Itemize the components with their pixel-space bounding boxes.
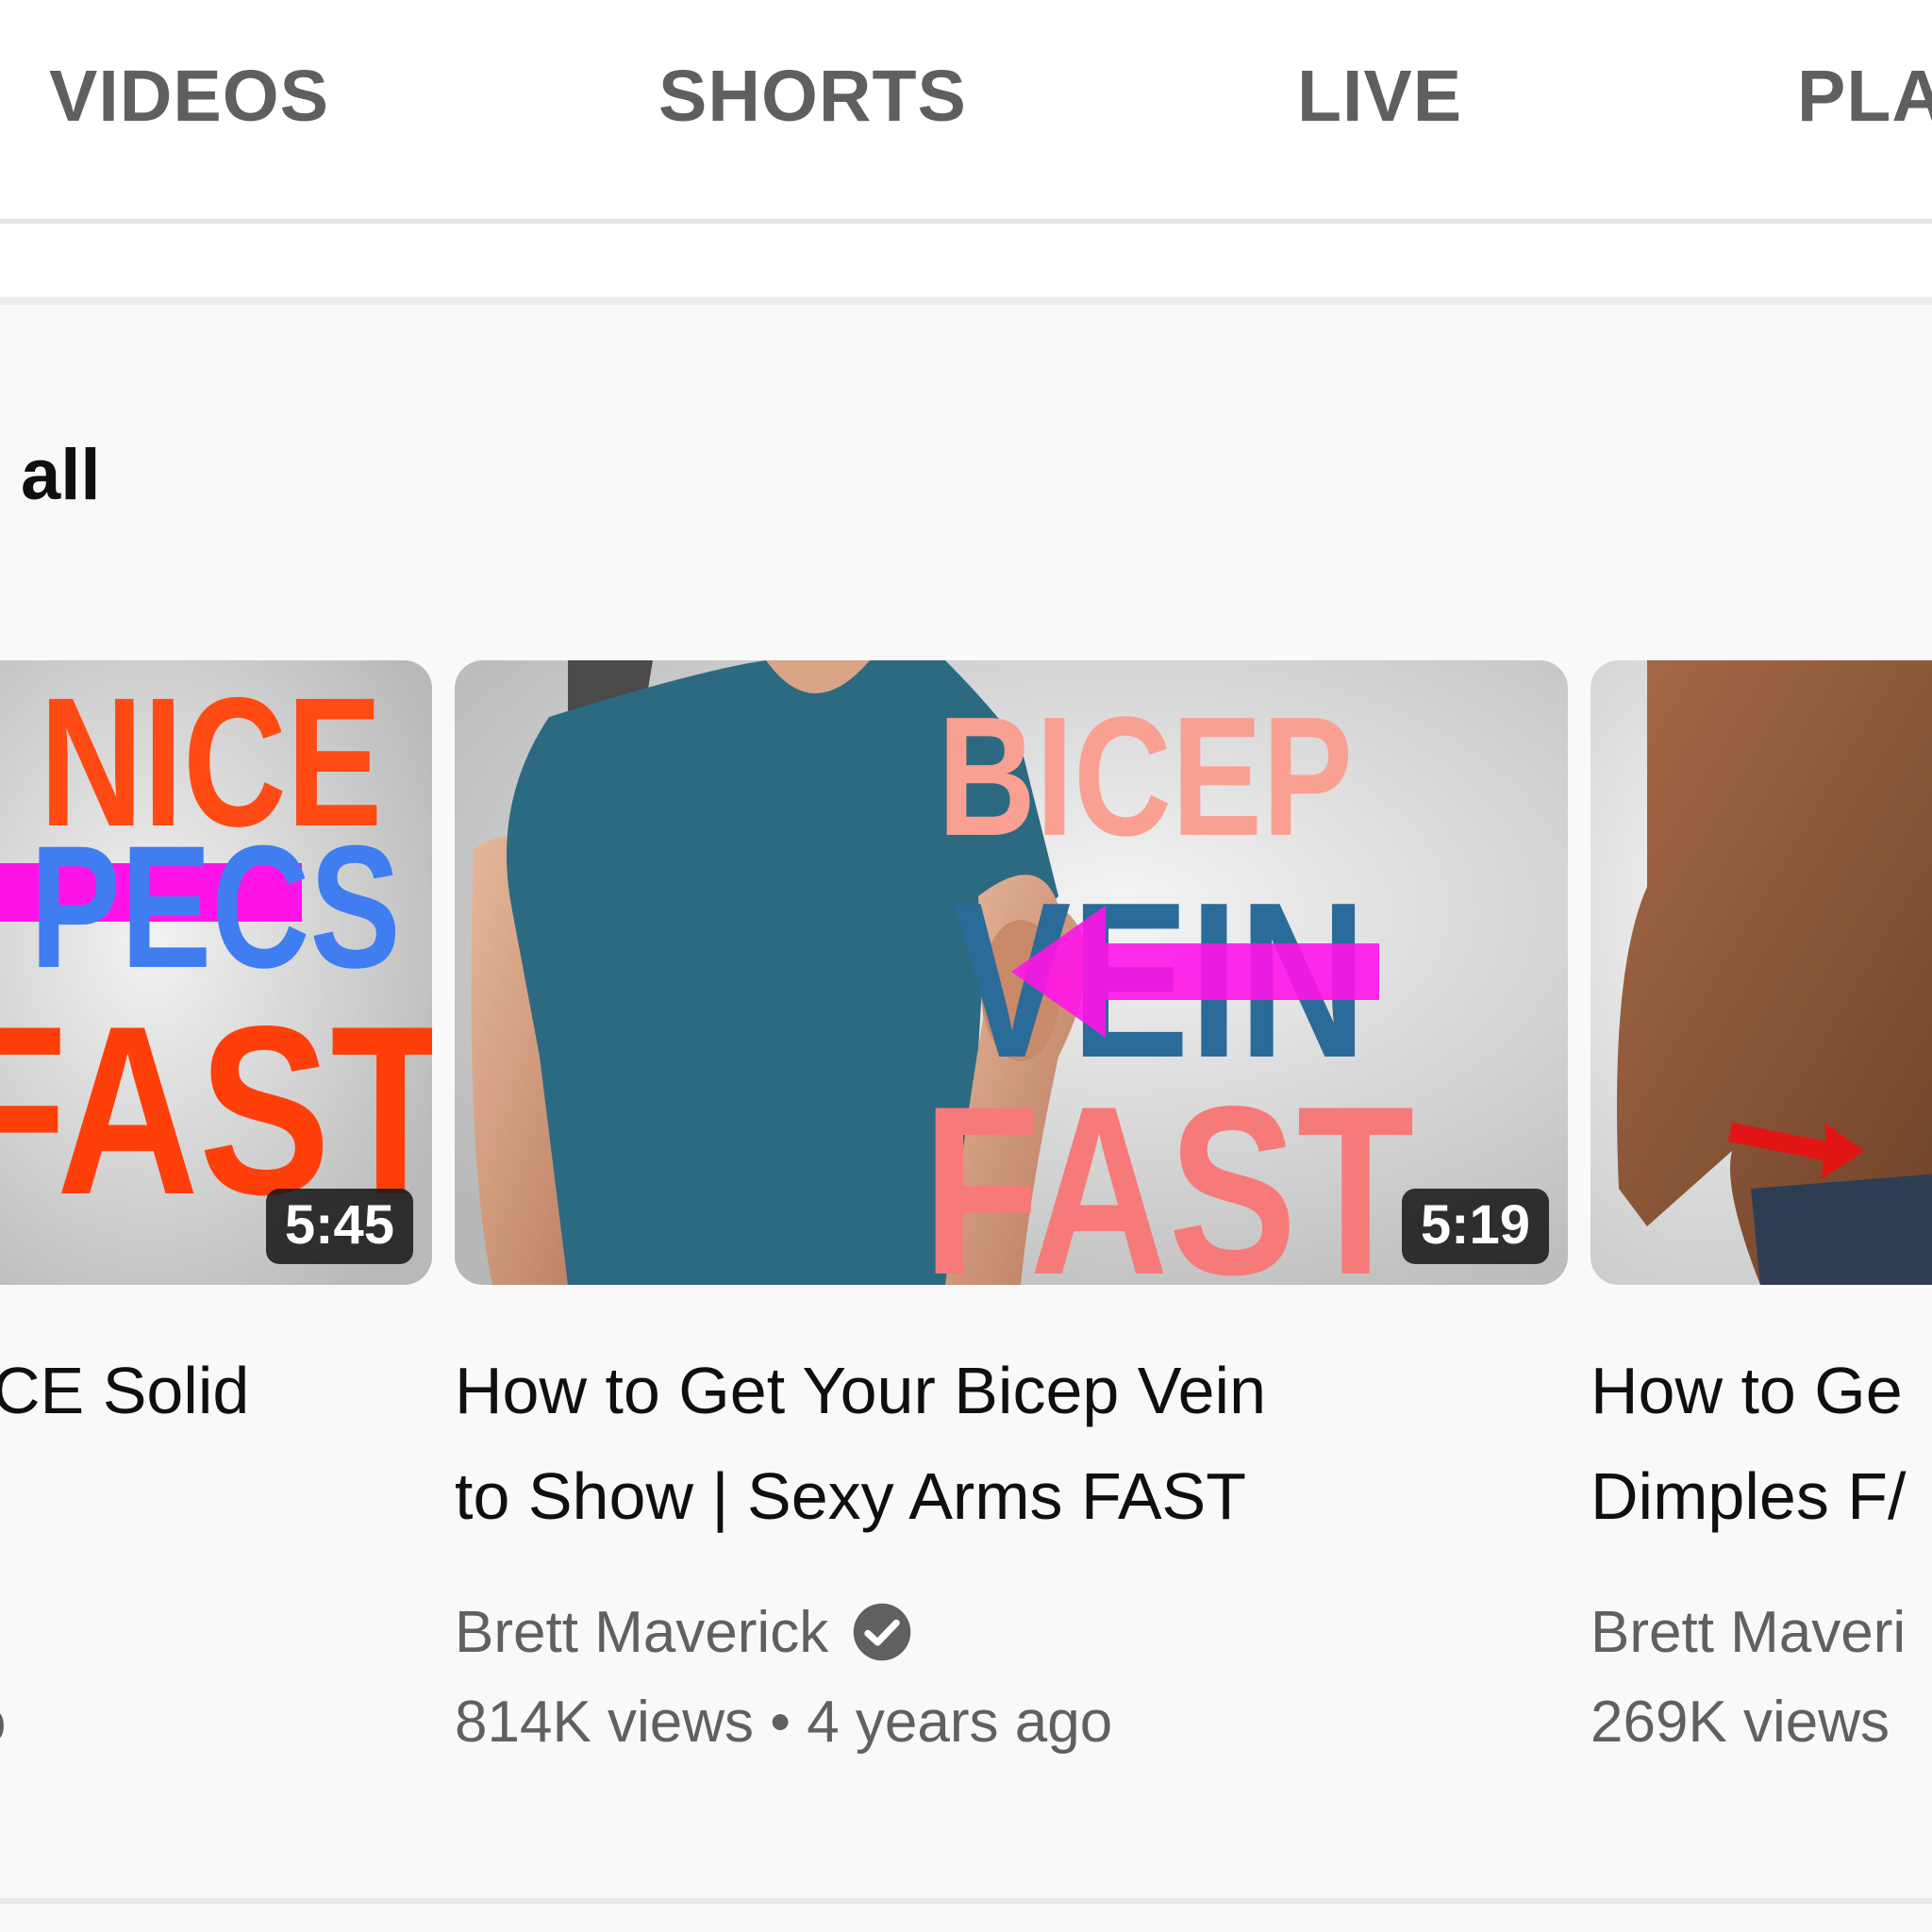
video-title-line: How to Get Your Bicep Vein (455, 1354, 1266, 1427)
thumb-text-bicep: BICEP (938, 681, 1353, 872)
channel-name-link[interactable]: Brett Maverick (455, 1599, 828, 1666)
tab-playlists[interactable]: PLA (1797, 55, 1932, 139)
video-meta-2: 814K views • 4 years ago (455, 1690, 1113, 1755)
video-thumbnail-2[interactable]: BICEP VEIN FAST 5:19 (455, 660, 1568, 1285)
video-meta-1: o (0, 1689, 6, 1756)
video-title-line: Dimples F/ (1591, 1459, 1907, 1533)
video-thumbnail-3[interactable] (1591, 660, 1932, 1285)
tab-live[interactable]: LIVE (1297, 55, 1462, 139)
video-title-line: How to Ge (1591, 1354, 1903, 1427)
video-title-line: to Show | Sexy Arms FAST (455, 1459, 1247, 1533)
channel-row-2: Brett Maverick (455, 1594, 913, 1670)
video-duration-badge: 5:45 (265, 1189, 413, 1264)
tab-bar-spacer (0, 224, 1932, 305)
thumb-text-fast: FAST (923, 1056, 1414, 1285)
thumbnail-image-back-dimples (1591, 660, 1932, 1285)
verified-badge-icon (853, 1603, 911, 1661)
section-divider (0, 1898, 1932, 1904)
play-all-button[interactable]: all (21, 434, 101, 516)
thumbnail-image-bicep-vein: BICEP VEIN FAST (455, 660, 1568, 1285)
tab-shorts[interactable]: SHORTS (658, 55, 967, 139)
channel-name-link[interactable]: Brett Maveri (1591, 1599, 1906, 1666)
video-title-3[interactable]: How to Ge Dimples F/ (1591, 1338, 1906, 1549)
video-title-2[interactable]: How to Get Your Bicep Vein to Show | Sex… (455, 1338, 1266, 1549)
video-title-line: CE Solid (0, 1354, 250, 1427)
video-meta-3: 269K views (1591, 1690, 1890, 1755)
video-title-1[interactable]: CE Solid (0, 1338, 249, 1443)
video-duration-badge: 5:19 (1401, 1189, 1549, 1264)
thumb-text-pecs: PECS (30, 810, 401, 1005)
tab-videos[interactable]: VIDEOS (49, 55, 329, 139)
video-thumbnail-1[interactable]: NICE PECS FAST 5:45 (0, 660, 432, 1285)
channel-row-3: Brett Maveri (1591, 1594, 1906, 1670)
